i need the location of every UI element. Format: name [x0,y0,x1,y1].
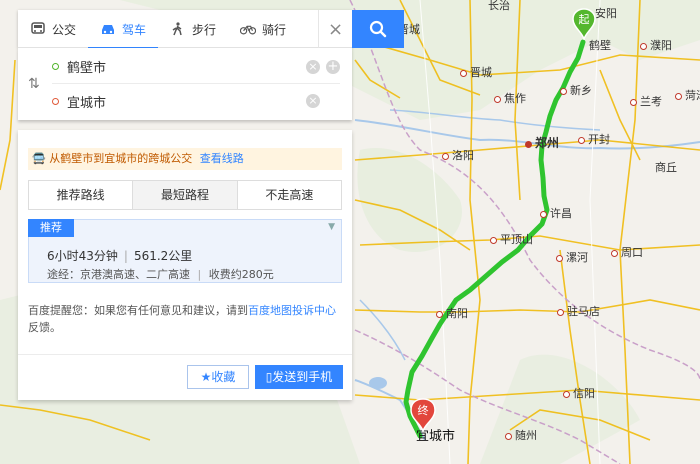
walk-icon [172,22,182,36]
plan-via: 途经：京港澳高速、二广高速 [47,268,190,281]
start-point-icon [52,63,59,70]
option-shortest[interactable]: 最短路程 [133,181,238,209]
panel-footer: ★收藏 ▯发送到手机 [18,354,352,400]
tab-bike[interactable]: 骑行 [228,10,298,48]
plan-duration: 6小时43分钟 [47,249,118,263]
bus-icon [31,22,45,34]
search-icon [369,20,387,38]
plan-toll: 收费约280元 [208,268,274,281]
start-field[interactable]: 鹤壁市 × + [52,50,340,84]
route-mode-tabs: 公交 驾车 步行 骑行 × [18,10,352,49]
city-label: 开封 [578,134,610,146]
close-icon[interactable]: × [318,10,352,48]
bike-icon [240,25,257,35]
route-options: 推荐路线 最短路程 不走高速 [28,180,342,210]
city-label: 菏泽 [675,90,700,102]
star-icon: ★ [200,370,212,384]
route-result-panel: 🚍 从鹤壁市到宜城市的跨城公交 查看线路 推荐路线 最短路程 不走高速 推荐 ▼… [18,130,352,400]
end-point-icon [52,97,59,105]
chevron-down-icon[interactable]: ▼ [328,222,335,232]
end-input[interactable]: 宜城市 [67,92,300,111]
route-plan-card[interactable]: 推荐 ▼ 6小时43分钟 | 561.2公里 途经：京港澳高速、二广高速 | 收费约… [28,219,342,283]
tab-bus[interactable]: 公交 [18,10,88,48]
swap-icon[interactable]: ⇅ [28,76,40,92]
clear-icon[interactable]: × [306,94,320,108]
city-label: 平顶山 [490,234,533,246]
city-label: 兰考 [630,96,662,108]
plan-distance: 561.2公里 [133,249,193,263]
svg-text:终: 终 [418,403,429,417]
bus-icon: 🚍 [32,152,46,165]
city-label: 许昌 [540,208,572,220]
city-label: 信阳 [563,388,595,400]
city-label: 长治 [488,0,510,12]
city-label: 焦作 [494,93,526,105]
city-label: 南阳 [436,308,468,320]
city-label: 郑州 [525,137,559,149]
city-label: 漯河 [556,252,588,264]
start-input[interactable]: 鹤壁市 [67,57,300,76]
tab-drive[interactable]: 驾车 [88,10,159,49]
clear-icon[interactable]: × [306,59,320,74]
bus-tip: 🚍 从鹤壁市到宜城市的跨城公交 查看线路 [28,148,342,170]
favorite-button[interactable]: ★收藏 [187,365,249,389]
recommend-badge: 推荐 [28,219,74,237]
city-label: 随州 [505,430,537,442]
tab-walk[interactable]: 步行 [158,10,228,48]
city-label: 商丘 [655,161,677,174]
option-no-highway[interactable]: 不走高速 [238,181,341,209]
search-button[interactable] [352,10,404,48]
car-icon [102,25,115,34]
city-label: 洛阳 [442,150,474,162]
feedback-notice: 百度提醒您：如果您有任何意见和建议，请到百度地图投诉中心反馈。 [28,304,336,334]
city-label: 鹤壁 [589,39,611,52]
city-label: 晋城 [460,67,492,79]
send-to-phone-button[interactable]: ▯发送到手机 [255,365,343,389]
view-bus-link[interactable]: 查看线路 [200,152,244,165]
svg-text:起: 起 [579,13,590,26]
city-label: 新乡 [560,85,592,97]
end-marker[interactable]: 终 [410,398,436,434]
city-label: 驻马店 [557,306,600,318]
option-recommended[interactable]: 推荐路线 [29,181,134,209]
add-waypoint-icon[interactable]: + [326,59,340,74]
route-inputs: ⇅ 鹤壁市 × + 宜城市 × [18,48,352,120]
city-label: 宜城市 [416,429,456,444]
complaint-center-link[interactable]: 百度地图投诉中心 [248,304,336,317]
start-marker[interactable]: 起 [572,8,596,42]
city-label: 濮阳 [640,40,672,52]
city-label: 周口 [611,247,643,259]
end-field[interactable]: 宜城市 × [52,84,340,118]
